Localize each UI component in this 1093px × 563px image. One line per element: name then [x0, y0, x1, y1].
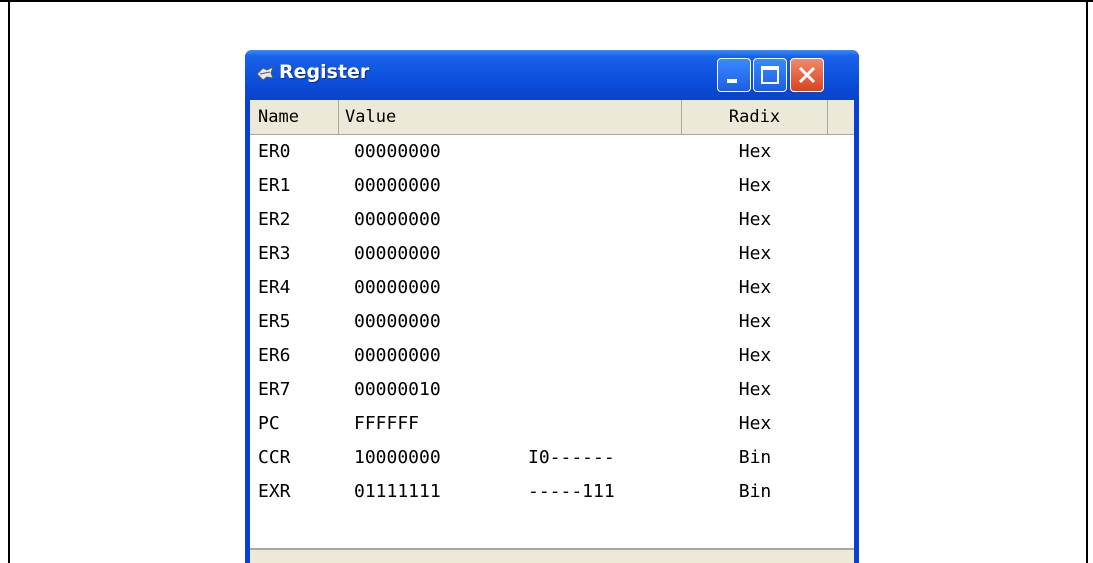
register-radix[interactable]: Hex [682, 237, 828, 271]
register-value[interactable]: 00000000 [354, 305, 441, 339]
horizontal-scroll-area[interactable] [250, 550, 854, 563]
register-radix[interactable]: Hex [682, 169, 828, 203]
maximize-icon [761, 66, 779, 84]
close-icon [798, 66, 816, 84]
register-radix[interactable]: Hex [682, 339, 828, 373]
register-radix[interactable]: Hex [682, 373, 828, 407]
register-value[interactable]: 00000000 [354, 271, 441, 305]
close-button[interactable] [790, 58, 824, 92]
register-name: ER0 [258, 141, 291, 162]
table-row[interactable]: CCR 10000000 I0------ Bin [250, 441, 854, 475]
register-value[interactable]: 10000000 [354, 441, 441, 475]
column-header-value[interactable]: Value [339, 100, 682, 134]
table-row[interactable]: ER0 00000000 Hex [250, 135, 854, 169]
register-value[interactable]: FFFFFF [354, 407, 419, 441]
register-radix[interactable]: Hex [682, 203, 828, 237]
register-name: ER5 [258, 311, 291, 332]
register-window: Register Name Value Radix ER0 00000000 H… [245, 50, 859, 563]
register-name: ER7 [258, 379, 291, 400]
register-value[interactable]: 00000010 [354, 373, 441, 407]
table-row[interactable]: ER6 00000000 Hex [250, 339, 854, 373]
register-name: PC [258, 413, 280, 434]
register-radix[interactable]: Hex [682, 271, 828, 305]
table-row[interactable]: PC FFFFFF Hex [250, 407, 854, 441]
document-frame-top [0, 0, 1093, 2]
register-radix[interactable]: Hex [682, 135, 828, 169]
register-list: Name Value Radix ER0 00000000 Hex ER1 00… [250, 100, 854, 563]
register-radix[interactable]: Bin [682, 441, 828, 475]
column-header-filler [828, 100, 854, 134]
register-name: ER1 [258, 175, 291, 196]
register-value[interactable]: 01111111 [354, 475, 441, 509]
register-flags: -----111 [528, 481, 615, 502]
table-row[interactable]: ER2 00000000 Hex [250, 203, 854, 237]
register-value[interactable]: 00000000 [354, 339, 441, 373]
table-row[interactable]: EXR 01111111 -----111 Bin [250, 475, 854, 509]
table-row[interactable]: ER4 00000000 Hex [250, 271, 854, 305]
column-header: Name Value Radix [250, 100, 854, 135]
register-name: ER4 [258, 277, 291, 298]
register-value[interactable]: 00000000 [354, 169, 441, 203]
register-app-icon [255, 64, 275, 84]
table-row[interactable]: ER3 00000000 Hex [250, 237, 854, 271]
column-header-name[interactable]: Name [250, 100, 339, 134]
register-name: CCR [258, 447, 291, 468]
register-name: ER2 [258, 209, 291, 230]
document-frame-right [1086, 0, 1088, 563]
register-radix[interactable]: Hex [682, 407, 828, 441]
register-value[interactable]: 00000000 [354, 135, 441, 169]
register-radix[interactable]: Hex [682, 305, 828, 339]
register-rows: ER0 00000000 Hex ER1 00000000 Hex ER2 00… [250, 135, 854, 509]
table-row[interactable]: ER7 00000010 Hex [250, 373, 854, 407]
register-name: EXR [258, 481, 291, 502]
document-frame-left [8, 0, 10, 563]
maximize-button[interactable] [753, 58, 787, 92]
title-bar[interactable]: Register [245, 50, 859, 100]
table-row[interactable]: ER1 00000000 Hex [250, 169, 854, 203]
register-flags: I0------ [528, 447, 615, 468]
register-name: ER3 [258, 243, 291, 264]
minimize-icon [727, 79, 737, 83]
register-value[interactable]: 00000000 [354, 203, 441, 237]
column-header-radix[interactable]: Radix [682, 100, 828, 134]
minimize-button[interactable] [717, 58, 751, 92]
register-radix[interactable]: Bin [682, 475, 828, 509]
register-value[interactable]: 00000000 [354, 237, 441, 271]
register-name: ER6 [258, 345, 291, 366]
table-row[interactable]: ER5 00000000 Hex [250, 305, 854, 339]
window-title: Register [279, 61, 370, 83]
